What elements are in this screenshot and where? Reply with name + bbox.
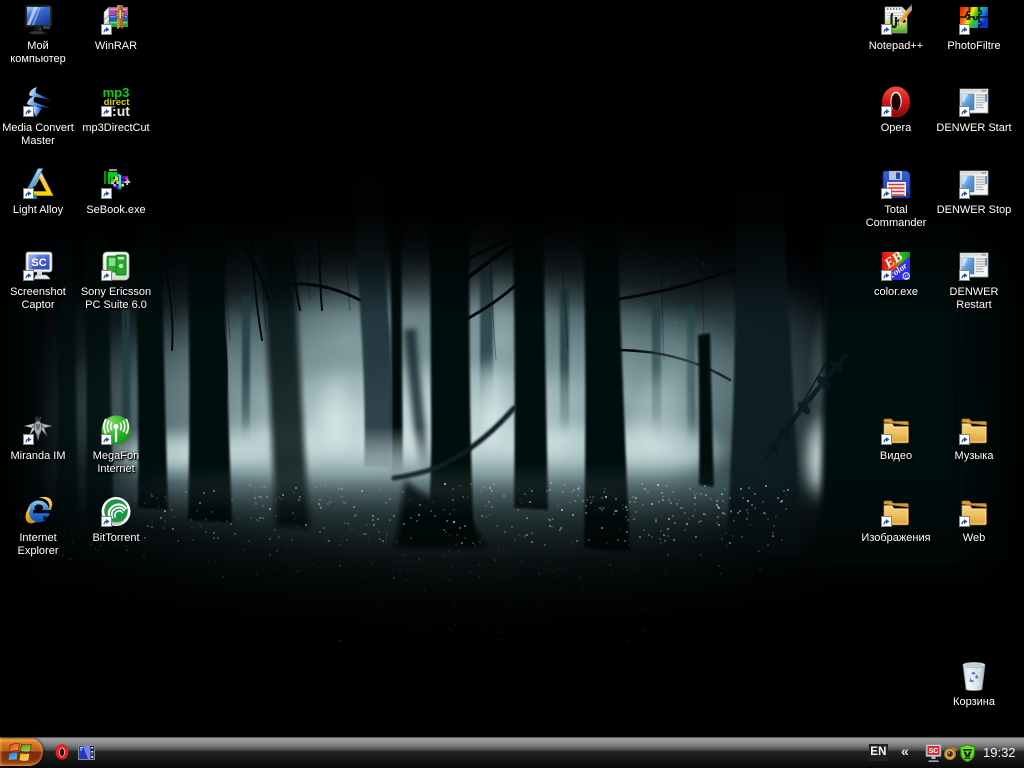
svg-text::ut: :ut	[112, 103, 130, 118]
svg-text:SC: SC	[31, 257, 46, 269]
svg-text:SC: SC	[929, 748, 939, 755]
